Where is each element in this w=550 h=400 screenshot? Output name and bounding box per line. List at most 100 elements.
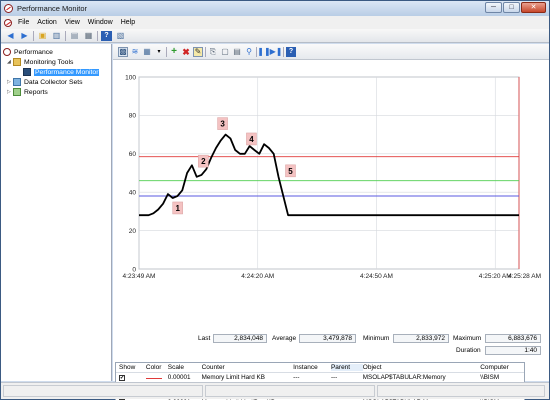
performance-monitor-window: Performance Monitor ─ □ ✕ File Action Vi… bbox=[0, 0, 550, 400]
show-hide-tree-icon[interactable]: ▥ bbox=[51, 31, 62, 41]
perfmon-menu-icon[interactable] bbox=[4, 18, 12, 27]
y-tick-label: 80 bbox=[129, 113, 137, 120]
column-header-computer[interactable]: Computer bbox=[480, 364, 524, 371]
show-checkbox[interactable]: ✔ bbox=[119, 374, 125, 381]
menu-help[interactable]: Help bbox=[117, 19, 139, 26]
properties-icon[interactable]: ▤ bbox=[232, 47, 242, 57]
minimize-button[interactable]: ─ bbox=[485, 2, 502, 13]
tree-label-performance: Performance bbox=[14, 48, 53, 56]
parent-cell: --- bbox=[330, 373, 338, 381]
export-list-icon[interactable]: ▤ bbox=[69, 31, 80, 41]
forward-arrow-icon[interactable]: ▶ bbox=[19, 31, 30, 41]
change-graph-type-icon[interactable]: ▦ bbox=[142, 47, 152, 57]
zoom-icon[interactable]: ⚲ bbox=[244, 47, 254, 57]
annotation-label: 2 bbox=[201, 157, 206, 166]
help-icon[interactable]: ? bbox=[101, 30, 112, 41]
print-icon[interactable]: ▦ bbox=[83, 31, 94, 41]
column-header-instance[interactable]: Instance bbox=[293, 364, 331, 371]
tree-node-performance[interactable]: Performance bbox=[3, 47, 109, 57]
column-header-object[interactable]: Object bbox=[363, 364, 480, 371]
legend-row[interactable]: ✔ 0.00001 Memory Limit Hard KB --- --- MSOLAP… bbox=[116, 373, 524, 382]
column-header-color[interactable]: Color bbox=[146, 364, 168, 371]
line-graph[interactable]: 100 80 60 40 20 0 4:23:49 AM 4:24:20 AM 4:24:50 … bbox=[113, 61, 549, 329]
view-log-data-icon[interactable]: ≋ bbox=[130, 47, 140, 57]
column-header-show[interactable]: Show bbox=[116, 364, 146, 371]
annotation-label: 5 bbox=[288, 167, 293, 176]
color-cell bbox=[145, 374, 168, 381]
up-folder-icon[interactable]: ▣ bbox=[37, 31, 48, 41]
counter-cell: Memory Limit Hard KB bbox=[201, 373, 265, 381]
menu-bar: File Action View Window Help bbox=[1, 16, 549, 29]
legend-header: Show Color Scale Counter Instance Parent… bbox=[116, 363, 524, 373]
last-value: 2,834,048 bbox=[213, 334, 267, 343]
y-tick-label: 100 bbox=[125, 74, 136, 81]
tree-node-reports[interactable]: ▷ Reports bbox=[3, 87, 109, 97]
reports-icon bbox=[13, 88, 21, 96]
y-tick-label: 60 bbox=[129, 151, 137, 158]
annotation-label: 4 bbox=[249, 135, 254, 144]
view-current-activity-icon[interactable]: ▩ bbox=[118, 46, 128, 57]
folder-icon bbox=[13, 58, 21, 66]
title-bar[interactable]: Performance Monitor ─ □ ✕ bbox=[1, 1, 549, 16]
chart-monitor-icon bbox=[23, 68, 31, 76]
tree-label-reports: Reports bbox=[24, 88, 48, 96]
minimum-label: Minimum bbox=[363, 335, 390, 342]
back-arrow-icon[interactable]: ◀ bbox=[5, 31, 16, 41]
status-cell bbox=[3, 385, 203, 397]
main-toolbar: ◀ ▶ ▣ ▥ ▤ ▦ ? ▧ bbox=[1, 29, 549, 43]
highlight-icon[interactable]: ✎ bbox=[193, 46, 203, 57]
data-collector-icon bbox=[13, 78, 21, 86]
menu-view[interactable]: View bbox=[61, 19, 84, 26]
help-icon[interactable]: ? bbox=[286, 46, 296, 57]
performance-monitor-pane: ▩ ≋ ▦ ▾ + ✖ ✎ ⎘ ▢ ▤ ⚲ ❚❚ ▶❚ ? 100 80 60 40 2… bbox=[113, 44, 549, 400]
paste-counter-list-icon[interactable]: ▢ bbox=[220, 47, 230, 57]
tree-node-data-collector-sets[interactable]: ▷ Data Collector Sets bbox=[3, 77, 109, 87]
x-tick-label: 4:23:49 AM bbox=[123, 273, 156, 280]
toolbar-separator bbox=[33, 30, 34, 41]
perfmon-app-icon bbox=[4, 4, 13, 13]
navigation-tree-pane: Performance ◢ Monitoring Tools Performan… bbox=[1, 44, 112, 381]
column-header-parent[interactable]: Parent bbox=[330, 364, 363, 371]
maximum-label: Maximum bbox=[453, 335, 482, 342]
properties-icon[interactable]: ▧ bbox=[115, 31, 126, 41]
add-counter-icon[interactable]: + bbox=[169, 46, 179, 57]
tree-label-performance-monitor: Performance Monitor bbox=[34, 68, 100, 76]
tree-label-data-collector-sets: Data Collector Sets bbox=[24, 78, 83, 86]
maximize-button[interactable]: □ bbox=[503, 2, 520, 13]
x-tick-label: 4:25:20 AM bbox=[479, 273, 512, 280]
column-header-scale[interactable]: Scale bbox=[168, 364, 202, 371]
x-tick-label: 4:24:50 AM bbox=[360, 273, 393, 280]
freeze-display-icon[interactable]: ❚❚ bbox=[257, 47, 270, 57]
instance-cell: --- bbox=[293, 373, 300, 381]
color-swatch bbox=[145, 377, 162, 379]
tree-node-performance-monitor[interactable]: Performance Monitor bbox=[3, 67, 109, 77]
delete-counter-icon[interactable]: ✖ bbox=[181, 47, 191, 57]
object-cell: MSOLAP$TABULAR:Memory bbox=[362, 373, 446, 381]
menu-action[interactable]: Action bbox=[33, 19, 60, 26]
average-value: 3,479,878 bbox=[299, 334, 356, 343]
toolbar-separator bbox=[166, 46, 167, 57]
close-button[interactable]: ✕ bbox=[521, 2, 546, 13]
duration-label: Duration bbox=[456, 347, 481, 354]
update-data-icon[interactable]: ▶❚ bbox=[270, 47, 283, 57]
y-tick-label: 40 bbox=[129, 190, 137, 197]
menu-file[interactable]: File bbox=[14, 19, 33, 26]
column-header-counter[interactable]: Counter bbox=[202, 364, 294, 371]
copy-properties-icon[interactable]: ⎘ bbox=[208, 47, 218, 57]
status-cell bbox=[377, 385, 545, 397]
x-tick-label: 4:24:20 AM bbox=[241, 273, 274, 280]
last-label: Last bbox=[198, 335, 211, 342]
perfmon-tree-icon bbox=[3, 48, 11, 56]
average-label: Average bbox=[272, 335, 297, 342]
y-tick-label: 20 bbox=[129, 228, 137, 235]
maximum-value: 6,883,676 bbox=[485, 334, 541, 343]
computer-cell: \\BISM bbox=[480, 373, 500, 381]
toolbar-separator bbox=[283, 46, 284, 57]
scale-cell: 0.00001 bbox=[167, 373, 191, 381]
tree-node-monitoring-tools[interactable]: ◢ Monitoring Tools bbox=[3, 57, 109, 67]
menu-window[interactable]: Window bbox=[84, 19, 117, 26]
graph-toolbar: ▩ ≋ ▦ ▾ + ✖ ✎ ⎘ ▢ ▤ ⚲ ❚❚ ▶❚ ? bbox=[113, 44, 549, 60]
x-tick-label: 4:25:28 AM bbox=[508, 273, 541, 280]
annotation-label: 1 bbox=[175, 204, 180, 213]
graph-type-dropdown-icon[interactable]: ▾ bbox=[154, 47, 164, 57]
